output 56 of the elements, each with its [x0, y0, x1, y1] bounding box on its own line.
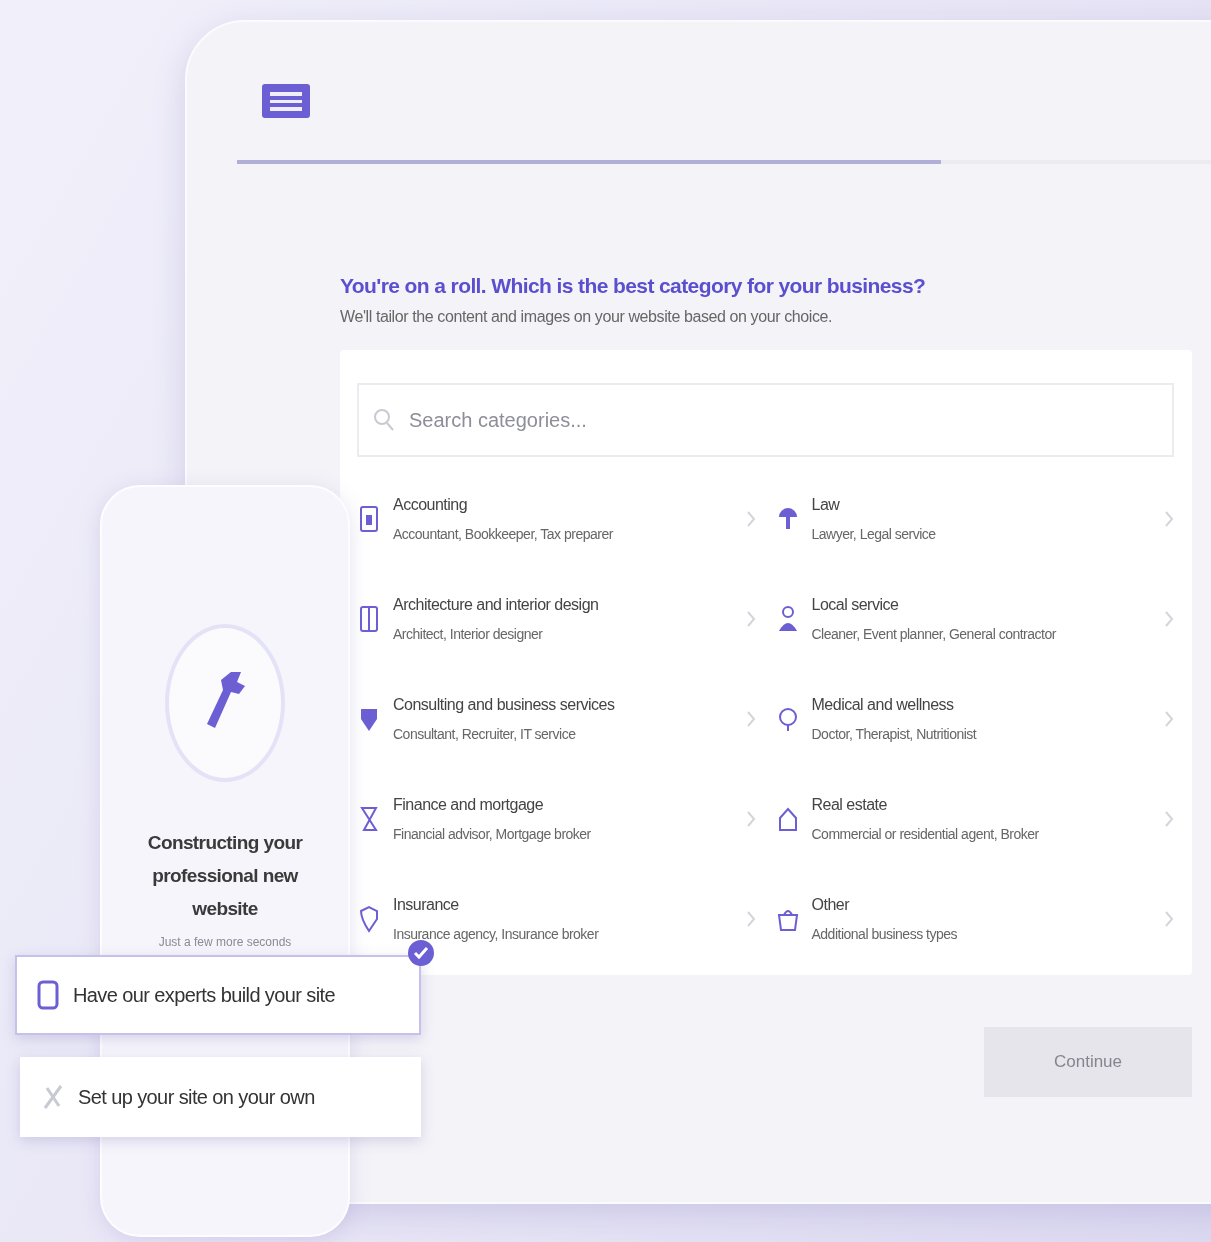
category-item[interactable]: Real estate Commercial or residential agent, Broker — [775, 783, 1174, 855]
chevron-right-icon — [745, 710, 756, 728]
door-icon — [357, 605, 381, 633]
chevron-right-icon — [1164, 910, 1174, 928]
category-title: Real estate — [811, 796, 888, 814]
question-subtitle: We'll tailor the content and images on your website based on your choice. — [340, 308, 834, 326]
option-card[interactable]: Set up your site on your own — [20, 1057, 421, 1137]
option-card[interactable]: Have our experts build your site — [15, 955, 421, 1035]
chevron-right-icon — [1164, 710, 1174, 728]
category-examples: Accountant, Bookkeeper, Tax preparer — [393, 526, 615, 542]
category-examples: Architect, Interior designer — [393, 626, 544, 642]
category-examples: Lawyer, Legal service — [811, 526, 937, 542]
category-examples: Doctor, Therapist, Nutritionist — [811, 726, 978, 742]
chevron-right-icon — [745, 810, 756, 828]
chevron-right-icon — [1164, 610, 1174, 628]
chevron-right-icon — [745, 610, 756, 628]
category-item[interactable]: Consulting and business services Consultant, Recruiter, IT service — [357, 683, 756, 755]
category-title: Insurance — [393, 896, 460, 914]
option-label: Have our experts build your site — [73, 983, 336, 1007]
category-examples: Commercial or residential agent, Broker — [811, 826, 1040, 842]
category-item[interactable]: Local service Cleaner, Event planner, General contractor — [775, 583, 1174, 655]
phone-icon — [37, 980, 59, 1010]
shield-outline-icon — [357, 905, 381, 933]
category-item[interactable]: Medical and wellness Doctor, Therapist, Nutritionist — [775, 683, 1174, 755]
category-title: Accounting — [393, 496, 469, 514]
category-examples: Cleaner, Event planner, General contractor — [811, 626, 1058, 642]
chevron-right-icon — [745, 910, 756, 928]
search-field[interactable]: Search categories... — [357, 383, 1174, 457]
category-examples: Additional business types — [811, 926, 958, 942]
chevron-right-icon — [745, 510, 756, 528]
category-item[interactable]: Other Additional business types — [775, 883, 1174, 955]
search-icon — [373, 408, 395, 432]
category-title: Architecture and interior design — [393, 596, 600, 614]
chevron-right-icon — [1164, 510, 1174, 528]
category-examples: Consultant, Recruiter, IT service — [393, 726, 577, 742]
category-title: Finance and mortgage — [393, 796, 545, 814]
option-label: Set up your site on your own — [78, 1085, 315, 1109]
check-badge-icon — [407, 939, 435, 967]
category-item[interactable]: Insurance Insurance agency, Insurance broker — [357, 883, 756, 955]
category-item[interactable]: Accounting Accountant, Bookkeeper, Tax preparer — [357, 483, 756, 555]
logo-icon — [262, 84, 310, 118]
category-examples: Financial advisor, Mortgage broker — [393, 826, 592, 842]
category-title: Local service — [811, 596, 900, 614]
category-item[interactable]: Law Lawyer, Legal service — [775, 483, 1174, 555]
chevron-right-icon — [1164, 810, 1174, 828]
phone-subtitle: Just a few more seconds — [158, 935, 292, 949]
category-title: Consulting and business services — [393, 696, 616, 714]
category-title: Other — [811, 896, 851, 914]
question-title: You're on a roll. Which is the best category for your business? — [340, 274, 927, 298]
category-item[interactable]: Architecture and interior design Architect, Interior designer — [357, 583, 756, 655]
category-examples: Insurance agency, Insurance broker — [393, 926, 600, 942]
category-title: Medical and wellness — [811, 696, 955, 714]
calculator-icon — [357, 505, 381, 533]
phone-title: Constructing your professional new website — [146, 831, 304, 921]
category-title: Law — [811, 496, 841, 514]
category-item[interactable]: Finance and mortgage Financial advisor, Mortgage broker — [357, 783, 756, 855]
